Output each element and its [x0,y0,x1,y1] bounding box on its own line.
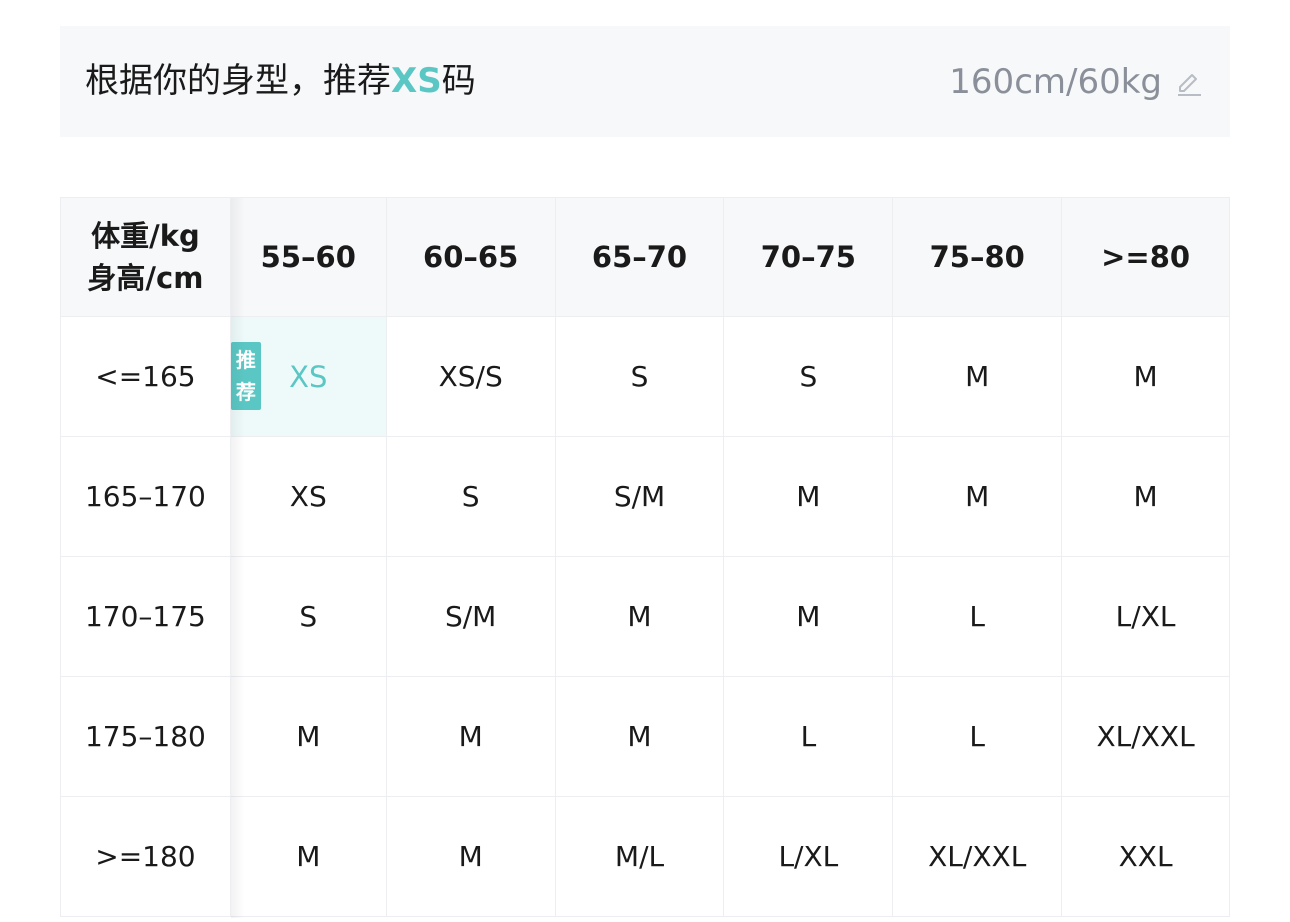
size-cell: M [893,317,1063,437]
pencil-edit-icon[interactable] [1174,67,1204,97]
size-cell: S [724,317,894,437]
height-label: <=165 [61,317,231,437]
size-cell: S/M [555,437,725,557]
size-cell: XXL [1062,797,1231,917]
table-header-row: 体重/kg 身高/cm 55–60 60–65 65–70 70–75 75–8… [61,198,1231,317]
recommend-badge-char: 荐 [235,380,256,404]
size-cell: L [893,557,1063,677]
size-cell: M [893,437,1063,557]
size-cell: XL/XXL [1062,677,1231,797]
recommended-size: XS [391,61,442,101]
size-cell: XS [230,437,387,557]
size-cell: L/XL [724,797,894,917]
size-cell: XL/XXL [893,797,1063,917]
table-row: 170–175 S S/M M M L L/XL [61,557,1231,677]
size-cell: L/XL [1062,557,1231,677]
weight-header: 55–60 [230,198,387,317]
size-cell: S [386,437,556,557]
size-cell: M/L [555,797,725,917]
height-unit-label: 身高/cm [87,261,204,295]
height-label: 170–175 [61,557,231,677]
size-cell: L [724,677,894,797]
size-cell: M [555,557,725,677]
recommend-badge: 推 荐 [230,342,261,410]
recommendation-suffix: 码 [441,61,476,101]
size-cell: L [893,677,1063,797]
recommended-size-cell: 推 荐 XS [230,317,387,437]
size-cell: M [724,557,894,677]
recommendation-banner: 根据你的身型，推荐XS码 160cm/60kg [60,26,1230,137]
size-cell: M [1062,317,1231,437]
size-cell: M [386,797,556,917]
table-row: 165–170 XS S S/M M M M [61,437,1231,557]
corner-header: 体重/kg 身高/cm [61,198,231,317]
height-label: 175–180 [61,677,231,797]
size-value: XS [289,359,328,394]
weight-header: 75–80 [893,198,1063,317]
table-row: 175–180 M M M L L XL/XXL [61,677,1231,797]
weight-header: 60–65 [386,198,556,317]
size-cell: M [555,677,725,797]
weight-header: >=80 [1062,198,1231,317]
edit-measurement-button[interactable]: 160cm/60kg [949,26,1204,137]
recommendation-prefix: 根据你的身型，推荐 [85,61,391,101]
weight-header: 65–70 [555,198,725,317]
recommend-badge-char: 推 [235,348,256,372]
size-cell: M [386,677,556,797]
height-label: 165–170 [61,437,231,557]
size-chart-table: 体重/kg 身高/cm 55–60 60–65 65–70 70–75 75–8… [60,197,1231,918]
weight-header: 70–75 [724,198,894,317]
size-cell: M [724,437,894,557]
size-cell: S [230,557,387,677]
weight-unit-label: 体重/kg [91,219,200,253]
size-cell: S/M [386,557,556,677]
size-cell: S [555,317,725,437]
table-row: <=165 推 荐 XS XS/S S S M M [61,317,1231,437]
table-row: >=180 M M M/L L/XL XL/XXL XXL [61,797,1231,917]
size-cell: XS/S [386,317,556,437]
size-cell: M [1062,437,1231,557]
size-cell: M [230,677,387,797]
body-measurement: 160cm/60kg [949,61,1162,102]
recommendation-text: 根据你的身型，推荐XS码 [85,26,476,137]
height-label: >=180 [61,797,231,917]
size-cell: M [230,797,387,917]
